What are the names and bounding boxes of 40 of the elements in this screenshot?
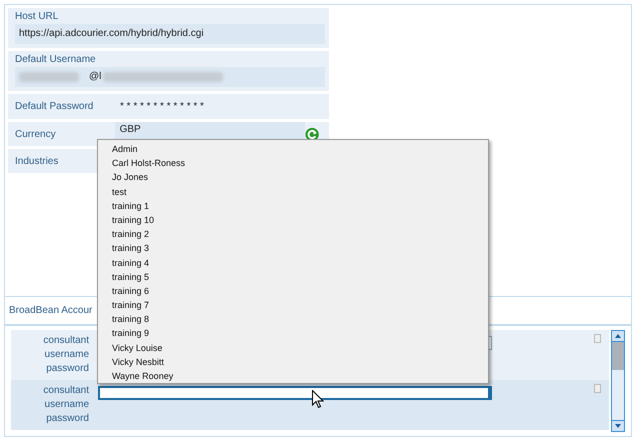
dropdown-option[interactable]: training 2	[112, 227, 488, 242]
dropdown-option[interactable]: training 6	[112, 284, 488, 298]
dropdown-option[interactable]: training 8	[112, 312, 488, 326]
dropdown-option[interactable]: training 7	[112, 298, 488, 312]
dropdown-option[interactable]: Jo Jones	[112, 170, 488, 185]
username-text: @l	[89, 70, 102, 84]
field-label: username	[44, 348, 89, 362]
scrollbar[interactable]	[611, 330, 625, 432]
username-field[interactable]: @l	[15, 67, 325, 87]
redaction-mark	[19, 72, 79, 82]
consultant-field[interactable]	[98, 386, 492, 400]
dropdown-option[interactable]: training 3	[112, 241, 488, 256]
dropdown-option[interactable]: Carl Holst-Roness	[112, 156, 488, 170]
field-label: Industries	[15, 156, 58, 166]
scroll-down-icon[interactable]	[612, 420, 624, 431]
field-label: Default Password	[15, 101, 94, 112]
dropdown-option[interactable]: test	[112, 184, 488, 199]
section-title: BroadBean Accour	[9, 305, 92, 316]
cursor-icon	[312, 390, 324, 409]
dropdown-option[interactable]: training 1	[112, 198, 488, 213]
password-value: * * * * * * * * * * * * *	[120, 101, 204, 112]
field-label: username	[44, 398, 89, 412]
scroll-thumb[interactable]	[612, 342, 624, 370]
dropdown-option[interactable]: Wayne Rooney	[112, 369, 488, 384]
list-option[interactable]: GBP	[120, 124, 141, 135]
dropdown-option[interactable]: training 4	[112, 256, 488, 270]
dropdown-option[interactable]: Vicky Nesbitt	[112, 354, 488, 369]
field-label: consultant	[43, 384, 89, 398]
scroll-up-icon[interactable]	[612, 331, 624, 342]
dropdown-option[interactable]: Vicky Louise	[112, 340, 488, 355]
field-label: password	[46, 362, 89, 376]
dropdown-option[interactable]: training 10	[112, 212, 488, 228]
field-label: password	[46, 412, 89, 426]
field-label: consultant	[43, 334, 89, 348]
dropdown-option[interactable]: training 5	[112, 270, 488, 284]
dropdown-option[interactable]: training 9	[112, 326, 488, 341]
field-label: Host URL	[15, 10, 60, 24]
url-field[interactable]: https://api.adcourier.com/hybrid/hybrid.cgi	[15, 24, 325, 44]
field-label: Default Username	[15, 53, 97, 67]
field-label: Currency	[15, 128, 57, 140]
